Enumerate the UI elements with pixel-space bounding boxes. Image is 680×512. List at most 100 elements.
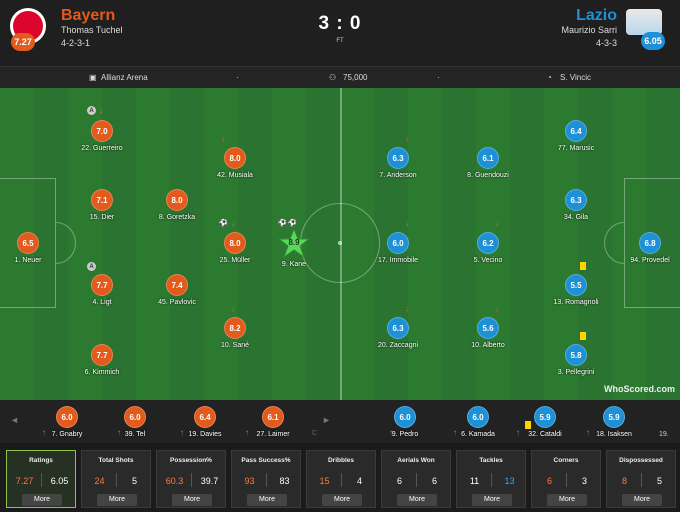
player-rating: 6.3 xyxy=(387,147,409,169)
player-vecino[interactable]: 6.2 5. Vecino xyxy=(458,232,518,264)
player-alberto[interactable]: 5.6 10. Alberto xyxy=(458,317,518,349)
more-button[interactable]: More xyxy=(547,494,587,506)
stat-title: Tackles xyxy=(479,457,503,464)
stat-tab-corners[interactable]: Corners 6 3 More xyxy=(531,450,601,508)
sub-laimer[interactable]: 6.1 27. Laimer xyxy=(243,406,303,438)
away-team-rating-badge: 6.05 xyxy=(641,32,665,50)
player-name: 9. Pedro xyxy=(391,431,419,438)
player-name: 19. Davies xyxy=(188,431,222,438)
player-name: 25. Müller xyxy=(219,257,251,264)
stat-tab-total-shots[interactable]: Total Shots 24 5 More xyxy=(81,450,151,508)
player-pellegrini[interactable]: 5.8 3. Pellegrini xyxy=(546,344,606,376)
player-name: 6. Kamada xyxy=(461,431,495,438)
player-muller[interactable]: 8.0 25. Müller xyxy=(205,232,265,264)
player-goretzka[interactable]: 8.0 8. Goretzka xyxy=(147,189,207,221)
player-rating: 7.7 xyxy=(91,344,113,366)
player-immobile[interactable]: 6.0 17. Immobile xyxy=(368,232,428,264)
subbed-off-arrow-icon: ↓ xyxy=(221,134,225,143)
more-button[interactable]: More xyxy=(172,494,212,506)
player-name: 3. Pellegrini xyxy=(557,369,595,376)
subbed-on-arrow-icon: ↑ xyxy=(42,428,46,437)
player-rating: 5.6 xyxy=(477,317,499,339)
subbed-on-arrow-icon: ↑ xyxy=(180,428,184,437)
home-team-name[interactable]: Bayern xyxy=(61,7,115,25)
player-rating: 6.0 xyxy=(124,406,146,428)
stat-tab-dribbles[interactable]: Dribbles 15 4 More xyxy=(306,450,376,508)
more-button[interactable]: More xyxy=(397,494,437,506)
player-romagnoli[interactable]: 5.5 13. Romagnoli xyxy=(546,274,606,306)
player-name: 1. Neuer xyxy=(14,257,42,264)
player-guendouzi[interactable]: 6.1 8. Guendouzi xyxy=(458,147,518,179)
player-name: 17. Immobile xyxy=(377,257,419,264)
player-rating: 5.5 xyxy=(565,274,587,296)
player-rating: 6.1 xyxy=(477,147,499,169)
player-gila[interactable]: 6.3 34. Gila xyxy=(546,189,606,221)
scroll-left-icon[interactable]: ◄ xyxy=(10,415,19,425)
assist-icon: A xyxy=(87,106,96,115)
more-button[interactable]: More xyxy=(97,494,137,506)
stat-away-value: 13 xyxy=(504,476,515,486)
away-formation: 4-3-3 xyxy=(595,38,617,48)
sub-tel[interactable]: 6.0 39. Tel xyxy=(105,406,165,438)
subbed-on-arrow-icon: ↑ xyxy=(586,428,590,437)
subbed-on-arrow-icon: ↑ xyxy=(516,428,520,437)
sub-pedro[interactable]: 6.0 9. Pedro xyxy=(375,406,435,438)
sub-gnabry[interactable]: 6.0 7. Gnabry xyxy=(37,406,97,438)
referee-label: S. Vincic xyxy=(560,73,591,82)
player-name: 77. Marusic xyxy=(557,145,595,152)
player-kimmich[interactable]: 7.7 6. Kimmich xyxy=(72,344,132,376)
stat-home-value: 11 xyxy=(469,476,480,486)
subbed-off-arrow-icon: ↓ xyxy=(405,304,409,313)
more-button[interactable]: More xyxy=(622,494,662,506)
player-dier[interactable]: 7.1 15. Dier xyxy=(72,189,132,221)
partial-player-icon: C xyxy=(312,430,318,437)
scroll-right-icon[interactable]: ► xyxy=(322,415,331,425)
stat-away-value: 5 xyxy=(656,476,662,486)
yellow-card-icon xyxy=(580,332,586,340)
sub-isaksen[interactable]: 5.9 18. Isaksen xyxy=(584,406,644,438)
more-button[interactable]: More xyxy=(322,494,362,506)
venue-label: Allianz Arena xyxy=(101,73,148,82)
subbed-off-arrow-icon: ↓ xyxy=(99,106,103,115)
player-neuer[interactable]: 6.5 1. Neuer xyxy=(0,232,58,264)
stat-tab-aerials-won[interactable]: Aerials Won 6 6 More xyxy=(381,450,451,508)
sub-cataldi[interactable]: 5.9 32. Cataldi xyxy=(515,406,575,438)
player-rating: 7.0 xyxy=(91,120,113,142)
player-provedel[interactable]: 6.8 94. Provedel xyxy=(620,232,680,264)
player-kane[interactable]: 8.9 9. Kane xyxy=(264,228,324,268)
stat-title: Dispossessed xyxy=(619,457,663,464)
stat-title: Possession% xyxy=(170,457,212,464)
player-rating: 7.4 xyxy=(166,274,188,296)
match-status: FT xyxy=(336,38,344,44)
more-button[interactable]: More xyxy=(22,494,62,506)
away-team-name[interactable]: Lazio xyxy=(576,7,617,25)
stat-tab-ratings[interactable]: Ratings 7.27 6.05 More xyxy=(6,450,76,508)
sub-davies[interactable]: 6.4 19. Davies xyxy=(175,406,235,438)
player-name: 9. Kane xyxy=(281,261,307,268)
goal-icon: ⚽ xyxy=(288,220,297,227)
player-anderson[interactable]: 6.3 7. Anderson xyxy=(368,147,428,179)
player-name: 4. Ligt xyxy=(92,299,112,306)
assist-icon: A xyxy=(87,262,96,271)
player-guerreiro[interactable]: 7.0 22. Guerreiro xyxy=(72,120,132,152)
more-button[interactable]: More xyxy=(472,494,512,506)
player-musiala[interactable]: 8.0 42. Musiala xyxy=(205,147,265,179)
stadium-icon: ▣ xyxy=(89,73,97,82)
stat-tab-possession[interactable]: Possession% 60.3 39.7 More xyxy=(156,450,226,508)
stat-tab-dispossessed[interactable]: Dispossessed 8 5 More xyxy=(606,450,676,508)
subbed-off-arrow-icon: ↓ xyxy=(231,304,235,313)
stat-home-value: 24 xyxy=(94,476,105,486)
stat-home-value: 7.27 xyxy=(15,476,34,486)
player-ligt[interactable]: 7.7 4. Ligt xyxy=(72,274,132,306)
stat-tab-tackles[interactable]: Tackles 11 13 More xyxy=(456,450,526,508)
player-name: 7. Gnabry xyxy=(51,431,83,438)
sub-kamada[interactable]: 6.0 6. Kamada xyxy=(448,406,508,438)
player-pavlovic[interactable]: 7.4 45. Pavlovic xyxy=(147,274,207,306)
player-marusic[interactable]: 6.4 77. Marusic xyxy=(546,120,606,152)
more-button[interactable]: More xyxy=(247,494,287,506)
player-rating: 5.8 xyxy=(565,344,587,366)
subbed-on-arrow-icon: ↑ xyxy=(389,428,393,437)
player-zaccagni[interactable]: 6.3 20. Zaccagni xyxy=(368,317,428,349)
player-sane[interactable]: 8.2 10. Sané xyxy=(205,317,265,349)
stat-tab-pass-success[interactable]: Pass Success% 93 83 More xyxy=(231,450,301,508)
